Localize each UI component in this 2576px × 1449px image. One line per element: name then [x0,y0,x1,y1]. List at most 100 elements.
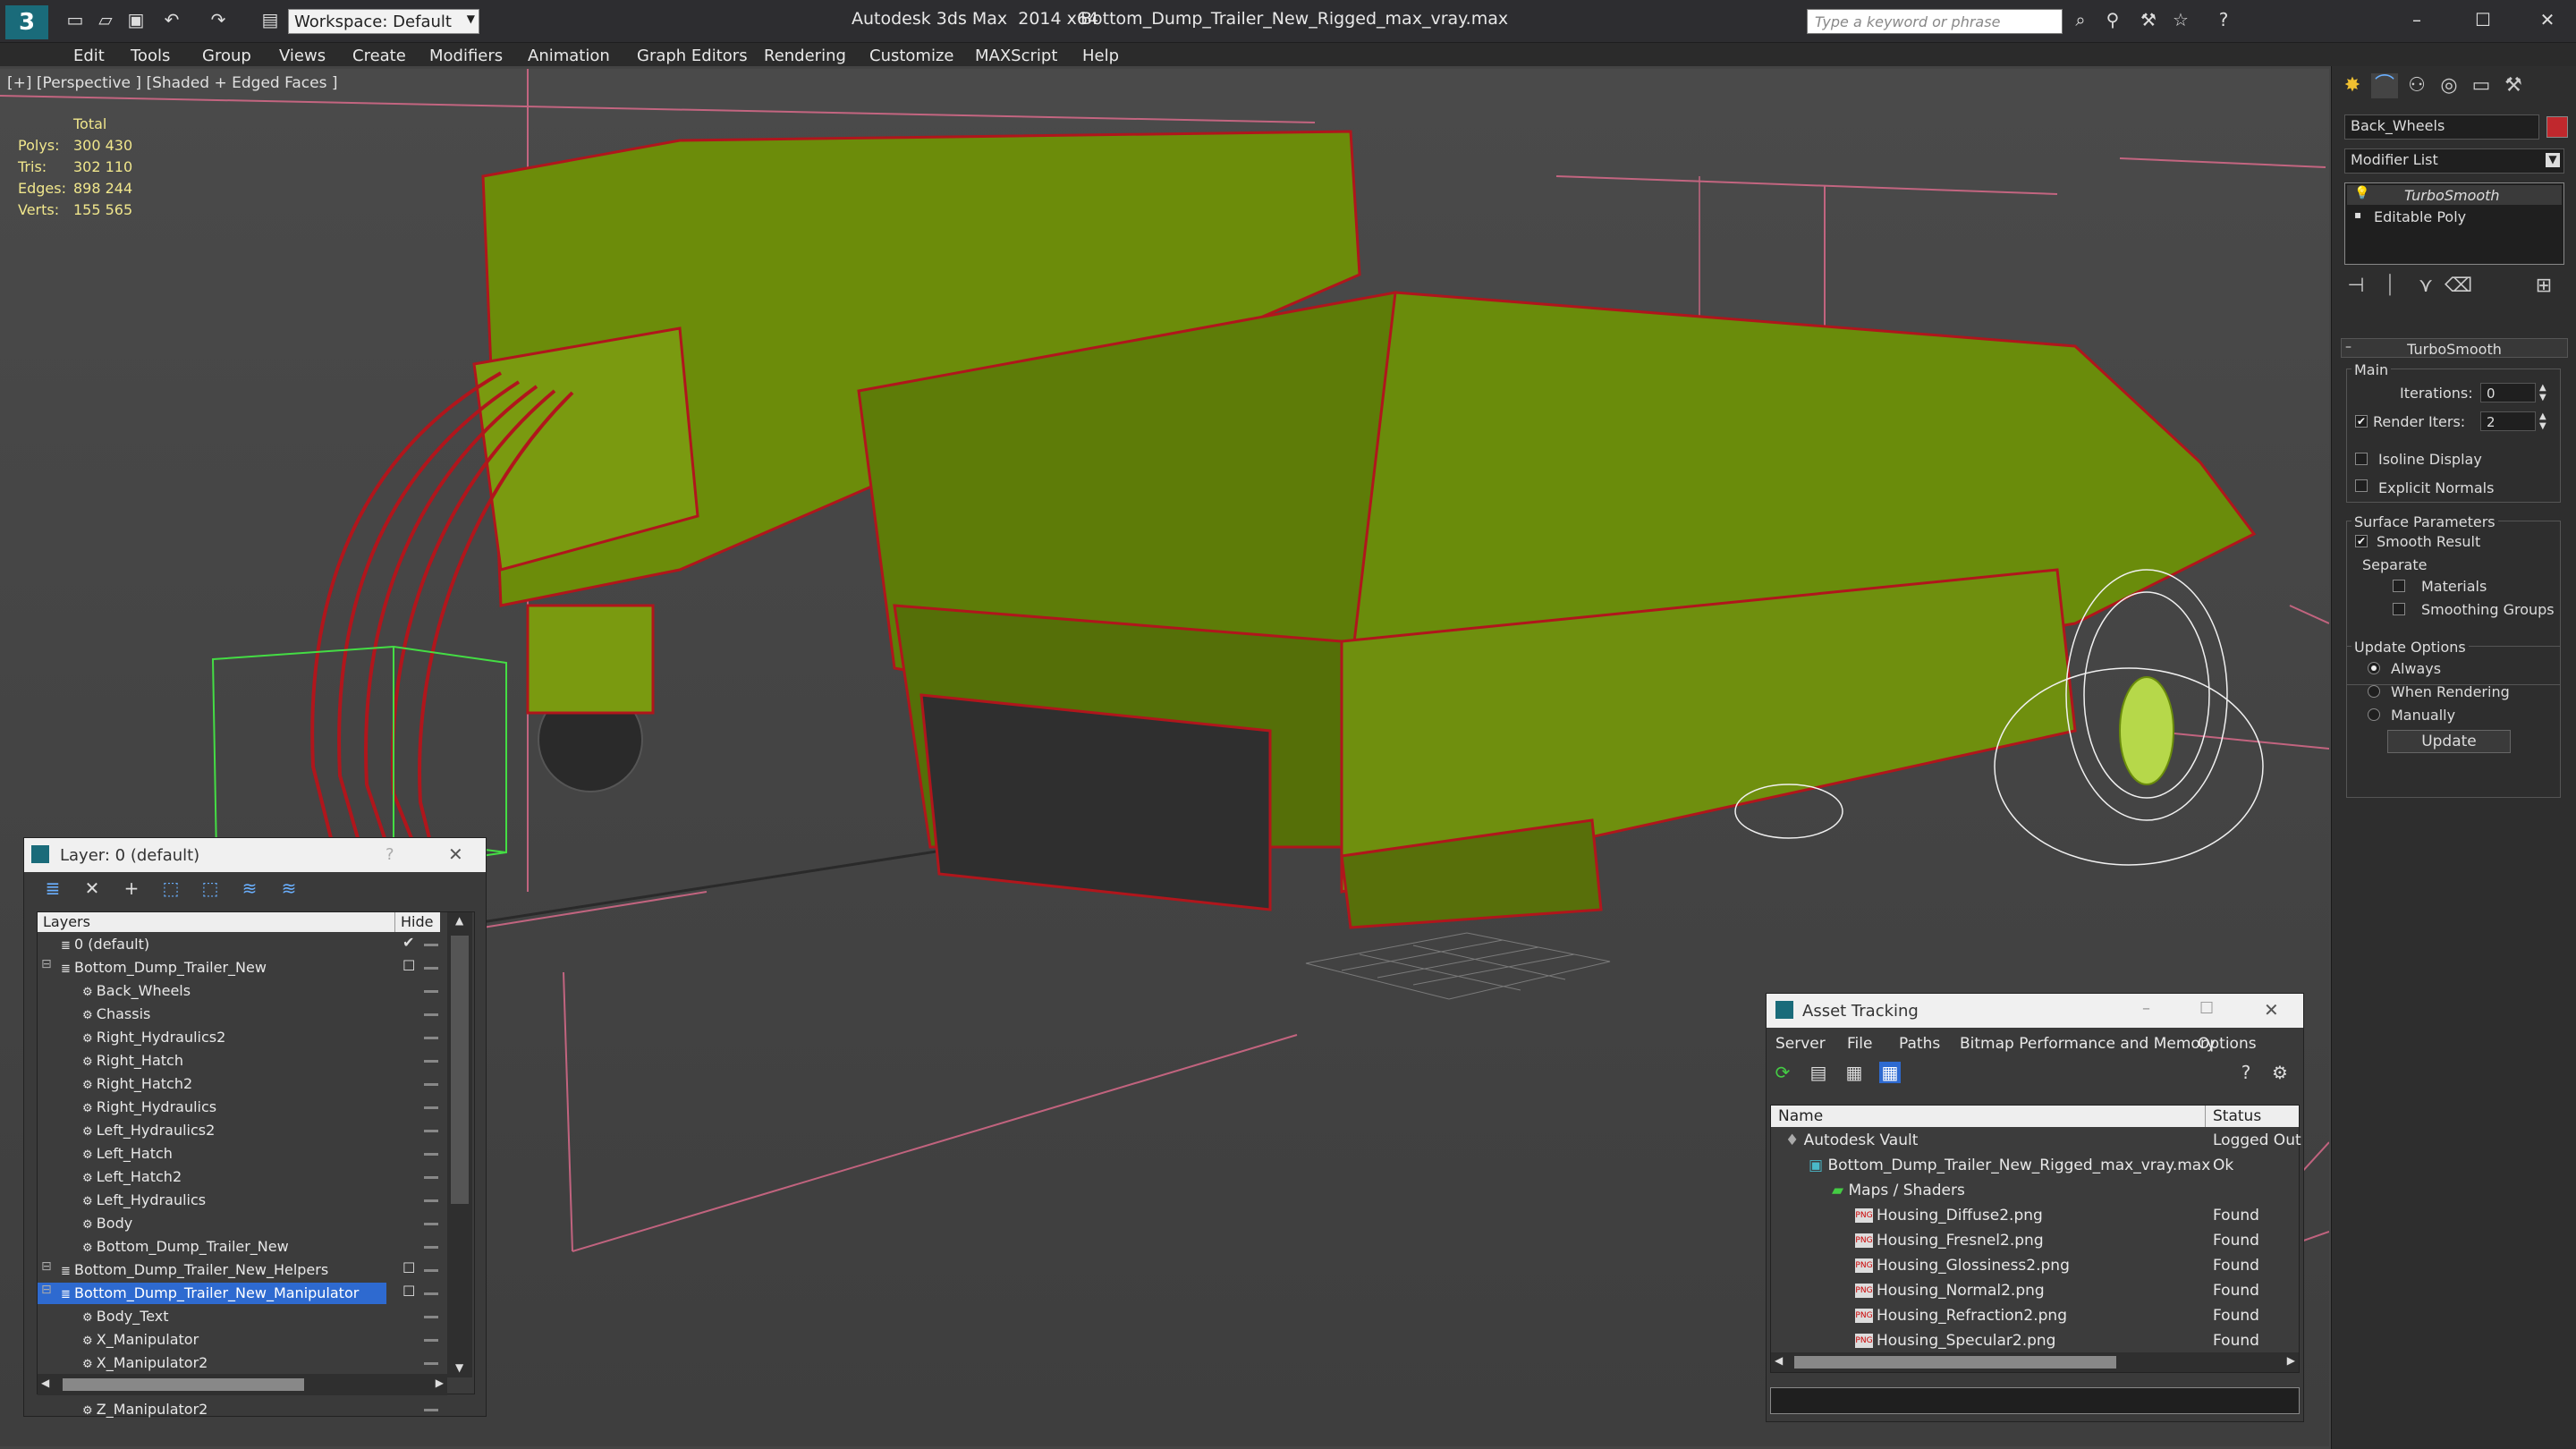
menu-edit[interactable]: Edit [73,47,105,65]
asset-panel-titlebar[interactable]: Asset Tracking – ☐ ✕ [1767,994,2303,1028]
redo-icon[interactable]: ↷ [208,9,229,30]
motion-tab-icon[interactable]: ◎ [2436,73,2462,98]
freeze-toggle-dash[interactable] [424,1013,438,1016]
maximize-icon[interactable]: ☐ [2199,999,2214,1018]
help-icon[interactable]: ? [386,845,394,864]
menu-group[interactable]: Group [202,47,251,65]
minimize-icon[interactable]: – [2406,9,2428,30]
asset-path-field[interactable] [1770,1387,2300,1414]
asset-row[interactable]: PNG Housing_Specular2.png [1855,1329,2055,1352]
project-folder-icon[interactable]: ▤ [259,9,281,30]
layer-row[interactable]: ≣ 0 (default) [38,934,386,955]
stack-item-turbosmooth[interactable]: 💡 TurboSmooth [2347,185,2562,205]
render-iters-spinner[interactable]: 2 [2480,411,2536,431]
scroll-thumb[interactable] [451,936,469,1204]
list-view-icon[interactable]: ▤ [1808,1062,1829,1083]
render-iters-checkbox[interactable]: ✔ [2355,415,2368,428]
status-column-header[interactable]: Status [2206,1106,2299,1127]
communication-icon[interactable]: ⚒ [2138,9,2159,30]
layer-object-row[interactable]: ⚙ Left_Hatch2 [38,1166,386,1188]
select-layer-icon[interactable]: ⬚ [199,877,221,899]
open-file-icon[interactable]: ▱ [95,9,116,30]
asset-row[interactable]: PNG Housing_Normal2.png [1855,1279,2045,1302]
freeze-toggle-dash[interactable] [424,1083,438,1086]
settings-icon[interactable]: ⚙ [2269,1062,2291,1083]
configure-sets-icon[interactable]: ⊞ [2530,274,2557,299]
layer-object-row[interactable]: ⚙ Right_Hydraulics2 [38,1027,386,1048]
select-objects-icon[interactable]: ⬚ [160,877,182,899]
freeze-toggle-dash[interactable] [424,1060,438,1063]
current-layer-check-icon[interactable]: ✔ [402,934,414,951]
binoculars-icon[interactable]: ⌕ [2070,9,2091,30]
asset-row[interactable]: ♦ Autodesk Vault [1785,1129,1918,1152]
layer-object-row[interactable]: ⚙ X_Manipulator2 [38,1352,386,1374]
make-unique-icon[interactable]: ⋎ [2412,274,2439,299]
layer-object-row[interactable]: ⚙ Left_Hatch [38,1143,386,1165]
freeze-toggle-dash[interactable] [424,1246,438,1249]
layer-object-row[interactable]: ⚙ Left_Hydraulics2 [38,1120,386,1141]
viewport-label[interactable]: [+] [Perspective ] [Shaded + Edged Faces… [7,74,337,92]
hide-unhide-all-icon[interactable]: ≋ [278,877,300,899]
menu-tools[interactable]: Tools [131,47,170,65]
new-file-icon[interactable]: ▭ [64,9,86,30]
set-current-layer-icon[interactable]: ≋ [239,877,260,899]
display-tab-icon[interactable]: ▭ [2468,73,2495,98]
remove-modifier-icon[interactable]: ⌫ [2445,274,2472,299]
layer-object-row[interactable]: ⚙ Left_Hydraulics [38,1190,386,1211]
object-color-swatch[interactable] [2546,116,2568,138]
scroll-up-icon[interactable]: ▲ [455,914,463,927]
show-end-result-icon[interactable]: ⏐ [2377,274,2403,299]
object-name-field[interactable]: Back_Wheels [2344,114,2539,140]
layer-panel-titlebar[interactable]: Layer: 0 (default) ? ✕ [24,838,486,872]
asset-row[interactable]: ▣ Bottom_Dump_Trailer_New_Rigged_max_vra… [1809,1154,2210,1177]
vertical-scrollbar[interactable]: ▲ ▼ [447,912,472,1377]
scroll-down-icon[interactable]: ▼ [455,1361,463,1374]
maximize-icon[interactable]: ☐ [2472,9,2494,30]
rollout-header[interactable]: – TurboSmooth [2341,338,2568,358]
layer-object-row[interactable]: ⚙ Body_Text [38,1306,386,1327]
freeze-toggle-dash[interactable] [424,967,438,970]
name-column-header[interactable]: Name [1771,1106,2206,1127]
layer-object-row[interactable]: ⚙ Right_Hydraulics [38,1097,386,1118]
hide-toggle-box[interactable]: ☐ [402,1259,415,1276]
freeze-toggle-dash[interactable] [424,1176,438,1179]
minimize-icon[interactable]: – [2142,999,2150,1018]
help-icon[interactable]: ? [2213,9,2234,30]
layer-object-row[interactable]: ⚙ X_Manipulator [38,1329,386,1351]
menu-customize[interactable]: Customize [869,47,953,65]
manually-radio[interactable] [2368,708,2380,721]
freeze-toggle-dash[interactable] [424,944,438,946]
table-view-icon[interactable]: ▦ [1843,1062,1865,1083]
stack-item-editable-poly[interactable]: ▪ Editable Poly [2347,207,2562,226]
menu-help[interactable]: Help [1082,47,1119,65]
scroll-thumb[interactable] [1794,1356,2116,1368]
layer-object-row[interactable]: ⚙ Chassis [38,1004,386,1025]
scroll-right-icon[interactable]: ▶ [436,1377,444,1389]
scroll-left-icon[interactable]: ◀ [1775,1354,1783,1367]
freeze-toggle-dash[interactable] [424,1339,438,1342]
layer-object-row[interactable]: ⚙ Z_Manipulator2 [38,1399,386,1420]
hide-toggle-box[interactable]: ☐ [402,957,415,974]
freeze-toggle-dash[interactable] [424,1292,438,1295]
iterations-spinner[interactable]: 0 [2480,383,2536,402]
always-radio[interactable] [2368,662,2380,674]
freeze-toggle-dash[interactable] [424,1316,438,1318]
freeze-toggle-dash[interactable] [424,1409,438,1411]
lightbulb-icon[interactable]: 💡 [2354,186,2369,200]
delete-layer-icon[interactable]: ✕ [81,877,103,899]
grid-view-icon[interactable]: ▦ [1879,1062,1901,1083]
freeze-toggle-dash[interactable] [424,1153,438,1156]
asset-row[interactable]: PNG Housing_Fresnel2.png [1855,1229,2044,1252]
freeze-toggle-dash[interactable] [424,1362,438,1365]
menu-create[interactable]: Create [352,47,406,65]
search-input[interactable]: Type a keyword or phrase [1807,9,2063,34]
when-rendering-radio[interactable] [2368,685,2380,698]
scroll-left-icon[interactable]: ◀ [41,1377,49,1389]
horizontal-scrollbar[interactable]: ◀ ▶ [38,1374,447,1395]
layer-object-row[interactable]: ⚙ Bottom_Dump_Trailer_New [38,1236,386,1258]
asset-menu-server[interactable]: Server [1775,1035,1826,1053]
asset-row[interactable]: PNG Housing_Diffuse2.png [1855,1204,2043,1227]
freeze-toggle-dash[interactable] [424,1130,438,1132]
hide-toggle-box[interactable]: ☐ [402,1283,415,1300]
new-layer-icon[interactable]: ≣ [42,877,64,899]
